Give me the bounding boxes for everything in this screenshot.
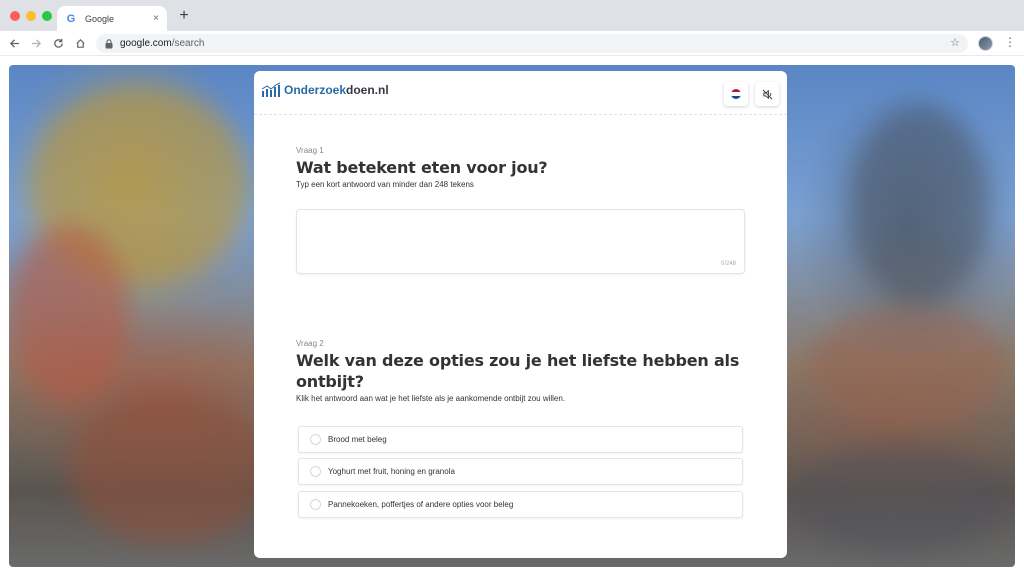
question-1: Vraag 1 Wat betekent eten voor jou? Typ … <box>296 146 548 189</box>
tab-close-icon[interactable]: × <box>153 13 159 24</box>
sound-off-icon <box>762 89 772 99</box>
new-tab-button[interactable]: + <box>176 8 192 24</box>
browser-tab[interactable]: G Google × <box>57 6 167 31</box>
answer-option[interactable]: Yoghurt met fruit, honing en granola <box>298 458 743 485</box>
reload-button[interactable] <box>51 36 65 50</box>
question-title: Welk van deze opties zou je het liefste … <box>296 351 740 391</box>
address-bar[interactable]: google.com/search ☆ <box>96 34 968 53</box>
question-2: Vraag 2 Welk van deze opties zou je het … <box>296 339 746 403</box>
bg-building-left <box>9 225 129 405</box>
bg-street-right <box>789 445 1009 555</box>
radio-button[interactable] <box>310 434 321 445</box>
home-icon <box>75 38 85 48</box>
close-window-button[interactable] <box>10 11 20 21</box>
url-path: /search <box>171 38 205 49</box>
character-counter: 0/248 <box>720 261 736 267</box>
dutch-flag-icon <box>731 89 741 99</box>
browser-tab-bar: G Google × + <box>0 0 1024 31</box>
brand-name-part2: doen.nl <box>346 83 389 97</box>
question-number: Vraag 1 <box>296 146 324 155</box>
browser-toolbar: google.com/search ☆ <box>0 31 1024 56</box>
back-arrow-icon <box>9 38 19 48</box>
forward-arrow-icon <box>31 38 41 48</box>
minimize-window-button[interactable] <box>26 11 36 21</box>
brand-name-part1: Onderzoek <box>284 83 347 97</box>
question-title: Wat betekent eten voor jou? <box>296 158 548 177</box>
brand-name: Onderzoekdoen.nl <box>284 83 389 97</box>
option-label: Pannekoeken, poffertjes of andere opties… <box>328 500 514 509</box>
bar-chart-logo-icon <box>261 82 281 97</box>
back-button[interactable] <box>7 36 21 50</box>
answer-textarea[interactable]: 0/248 <box>296 209 745 274</box>
lock-icon <box>104 38 114 49</box>
forward-button[interactable] <box>29 36 43 50</box>
bg-building-right <box>809 305 1009 425</box>
answer-option[interactable]: Pannekoeken, poffertjes of andere opties… <box>298 491 743 518</box>
brand-logo[interactable]: Onderzoekdoen.nl <box>261 82 389 98</box>
url-text: google.com/search <box>120 38 205 49</box>
question-number: Vraag 2 <box>296 339 324 348</box>
sound-toggle-button[interactable] <box>755 82 779 106</box>
bookmark-star-icon[interactable]: ☆ <box>950 36 960 49</box>
browser-menu-icon[interactable]: ⋮ <box>1004 35 1016 49</box>
reload-icon <box>53 38 63 48</box>
survey-header: Onderzoekdoen.nl <box>254 71 787 115</box>
google-favicon-icon: G <box>66 12 76 25</box>
home-button[interactable] <box>73 36 87 50</box>
survey-card: Onderzoekdoen.nl Vraag 1 Wat betekent et… <box>254 71 787 558</box>
url-host: google.com <box>120 38 172 49</box>
question-hint: Typ een kort antwoord van minder dan 248… <box>296 180 474 189</box>
question-hint: Klik het antwoord aan wat je het liefste… <box>296 394 566 403</box>
maximize-window-button[interactable] <box>42 11 52 21</box>
window-controls <box>10 11 52 21</box>
tab-title: Google <box>85 13 115 24</box>
language-button[interactable] <box>724 82 748 106</box>
answer-option[interactable]: Brood met beleg <box>298 426 743 453</box>
bg-tree-right <box>849 105 989 305</box>
radio-button[interactable] <box>310 466 321 477</box>
radio-button[interactable] <box>310 499 321 510</box>
option-label: Brood met beleg <box>328 435 387 444</box>
bg-canal-wall-left <box>69 395 269 545</box>
option-label: Yoghurt met fruit, honing en granola <box>328 467 455 476</box>
profile-avatar[interactable] <box>978 36 993 51</box>
